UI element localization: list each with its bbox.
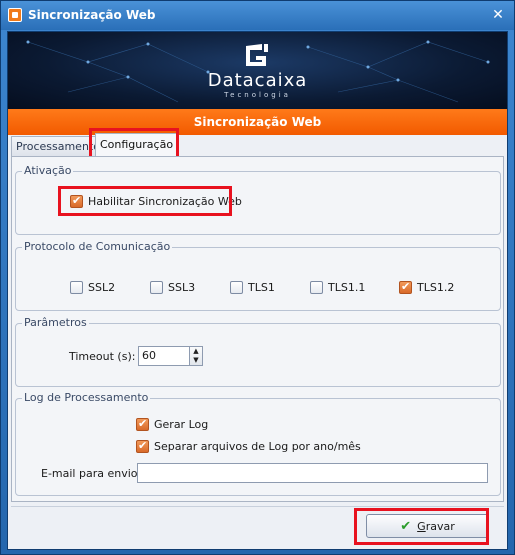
group-parametros-title: Parâmetros bbox=[22, 316, 89, 329]
gerar-log-checkbox[interactable]: Gerar Log bbox=[136, 417, 209, 431]
group-parametros: Parâmetros Timeout (s): 60 ▲ ▼ bbox=[15, 316, 501, 387]
checkbox-checked-icon bbox=[136, 417, 149, 431]
checkbox-unchecked-icon bbox=[150, 281, 163, 294]
tls1-2-label: TLS1.2 bbox=[417, 281, 455, 294]
footer-divider bbox=[11, 506, 504, 507]
tab-processamento[interactable]: Processamento bbox=[11, 136, 105, 157]
gravar-button[interactable]: ✔ Gravar bbox=[366, 514, 489, 538]
group-log: Log de Processamento Gerar Log Separar a… bbox=[15, 391, 501, 496]
ssl2-checkbox[interactable]: SSL2 bbox=[70, 281, 115, 294]
timeout-input[interactable]: 60 bbox=[138, 346, 190, 366]
checkbox-unchecked-icon bbox=[230, 281, 243, 294]
checkbox-unchecked-icon bbox=[70, 281, 83, 294]
tab-configuracao[interactable]: Configuração bbox=[95, 133, 179, 157]
ssl3-checkbox[interactable]: SSL3 bbox=[150, 281, 195, 294]
brand-tagline: Tecnologia bbox=[224, 91, 291, 99]
group-log-title: Log de Processamento bbox=[22, 391, 151, 404]
tls1-1-label: TLS1.1 bbox=[328, 281, 366, 294]
checkbox-checked-icon bbox=[136, 439, 149, 453]
timeout-label: Timeout (s): bbox=[69, 350, 136, 363]
gravar-label: Gravar bbox=[417, 520, 455, 533]
ssl2-label: SSL2 bbox=[88, 281, 116, 294]
tls1-2-checkbox[interactable]: TLS1.2 bbox=[399, 280, 455, 294]
gerar-log-label: Gerar Log bbox=[154, 418, 209, 431]
checkbox-unchecked-icon bbox=[310, 281, 323, 294]
close-icon[interactable]: ✕ bbox=[490, 7, 506, 23]
timeout-stepper[interactable]: ▲ ▼ bbox=[189, 346, 203, 366]
tls1-1-checkbox[interactable]: TLS1.1 bbox=[310, 281, 365, 294]
brand-banner: Datacaixa Tecnologia bbox=[8, 32, 507, 109]
title-bar[interactable]: Sincronização Web ✕ bbox=[1, 1, 514, 30]
brand-name: Datacaixa bbox=[207, 70, 308, 91]
gravar-mnemonic: G bbox=[417, 519, 426, 533]
checkbox-checked-icon bbox=[399, 280, 412, 294]
email-input[interactable] bbox=[137, 463, 488, 483]
spin-up-icon[interactable]: ▲ bbox=[190, 347, 202, 356]
habilitar-sync-label: Habilitar Sincronização Web bbox=[88, 195, 242, 208]
checkbox-checked-icon bbox=[70, 194, 83, 208]
group-ativacao: Ativação Habilitar Sincronização Web bbox=[15, 164, 501, 235]
habilitar-sync-checkbox[interactable]: Habilitar Sincronização Web bbox=[70, 194, 242, 208]
group-ativacao-title: Ativação bbox=[22, 164, 74, 177]
ssl3-label: SSL3 bbox=[168, 281, 196, 294]
configuracao-panel: Ativação Habilitar Sincronização Web Pro… bbox=[11, 156, 504, 502]
tls1-label: TLS1 bbox=[248, 281, 275, 294]
spin-down-icon[interactable]: ▼ bbox=[190, 356, 202, 365]
checkmark-icon: ✔ bbox=[400, 518, 412, 534]
group-protocolo: Protocolo de Comunicação SSL2 SSL3 TLS1 … bbox=[15, 240, 501, 311]
gravar-label-rest: ravar bbox=[425, 519, 455, 533]
section-title: Sincronização Web bbox=[8, 109, 507, 135]
group-protocolo-title: Protocolo de Comunicação bbox=[22, 240, 173, 253]
window-title: Sincronização Web bbox=[28, 8, 156, 22]
datacaixa-logo-icon bbox=[246, 44, 268, 66]
app-icon bbox=[8, 8, 22, 22]
separar-log-checkbox[interactable]: Separar arquivos de Log por ano/mês bbox=[136, 439, 361, 453]
separar-log-label: Separar arquivos de Log por ano/mês bbox=[154, 440, 361, 453]
email-label: E-mail para envio: bbox=[41, 467, 142, 480]
main-window: Sincronização Web ✕ Datacaixa Tecnologia… bbox=[0, 0, 515, 555]
client-area: Datacaixa Tecnologia Sincronização Web P… bbox=[7, 31, 508, 550]
tls1-checkbox[interactable]: TLS1 bbox=[230, 281, 275, 294]
